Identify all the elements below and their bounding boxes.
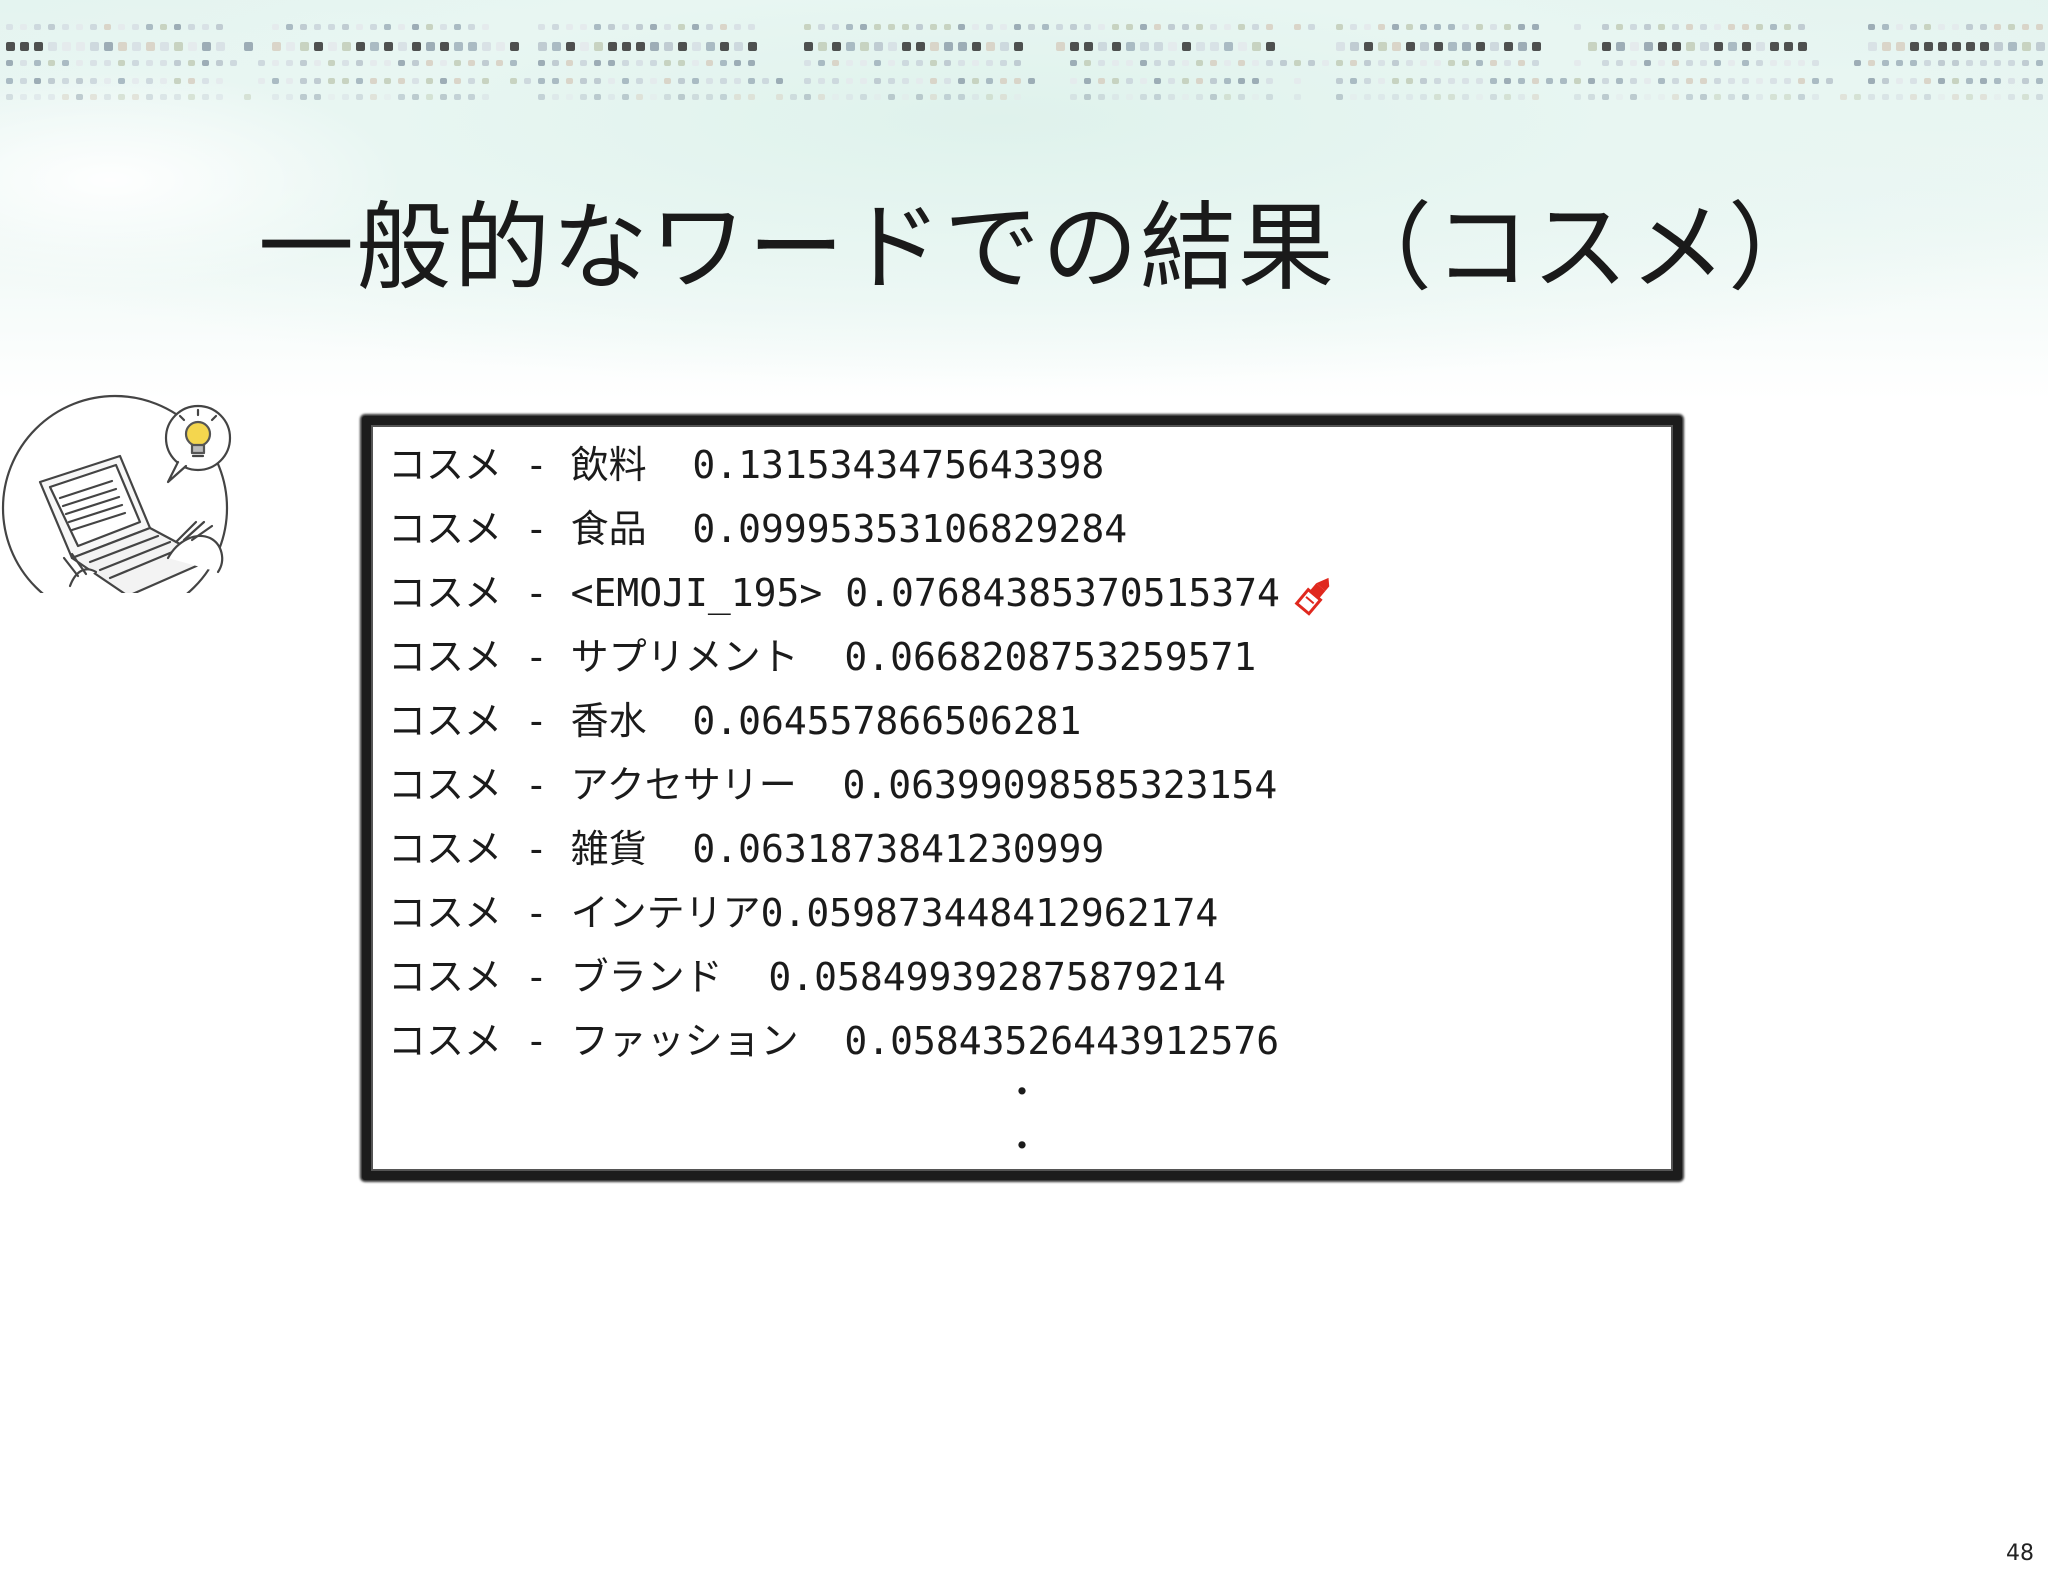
similarity-score: 0.059873448412962174	[760, 891, 1219, 935]
list-item: コスメ - 雑貨 0.0631873841230999	[388, 825, 1340, 889]
list-item: コスメ - ブランド 0.058499392875879214	[388, 953, 1340, 1017]
pair-label: コスメ - ブランド	[388, 955, 723, 999]
pair-label: コスメ - サプリメント	[388, 635, 799, 679]
ellipsis-dot-1: ・	[1005, 1073, 1039, 1113]
similarity-score: 0.09995353106829284	[692, 507, 1128, 551]
list-item: コスメ - 香水 0.064557866506281	[388, 697, 1340, 761]
list-item: コスメ - <EMOJI_195> 0.07684385370515374	[388, 569, 1340, 633]
list-item: コスメ - 飲料 0.1315343475643398	[388, 441, 1340, 505]
pair-label: コスメ - <EMOJI_195>	[388, 571, 823, 615]
results-list: コスメ - 飲料 0.1315343475643398 コスメ - 食品 0.09…	[388, 441, 1340, 1081]
ellipsis-dot-2: ・	[1005, 1127, 1039, 1167]
similarity-score: 0.06399098585323154	[842, 763, 1278, 807]
similarity-score: 0.064557866506281	[692, 699, 1082, 743]
pair-label: コスメ - インテリア	[388, 891, 761, 935]
similarity-score: 0.0668208753259571	[844, 635, 1257, 679]
pair-label: コスメ - アクセサリー	[388, 763, 797, 807]
pair-label: コスメ - 雑貨	[388, 827, 647, 871]
similarity-score: 0.07684385370515374	[845, 571, 1280, 615]
pair-label: コスメ - 食品	[388, 507, 647, 551]
similarity-score: 0.0631873841230999	[692, 827, 1105, 871]
list-item: コスメ - サプリメント 0.0668208753259571	[388, 633, 1340, 697]
dot-pattern-banner	[6, 24, 2045, 100]
list-item: コスメ - アクセサリー 0.06399098585323154	[388, 761, 1340, 825]
list-item: コスメ - インテリア 0.059873448412962174	[388, 889, 1340, 953]
list-item: コスメ - 食品 0.09995353106829284	[388, 505, 1340, 569]
similarity-score: 0.058499392875879214	[768, 955, 1226, 999]
pair-label: コスメ - 香水	[388, 699, 647, 743]
pair-label: コスメ - 飲料	[388, 443, 647, 487]
similarity-score: 0.1315343475643398	[692, 443, 1105, 487]
slide-title: 一般的なワードでの結果（コスメ）	[258, 192, 1826, 304]
results-panel: コスメ - 飲料 0.1315343475643398 コスメ - 食品 0.09…	[362, 416, 1682, 1180]
laptop-idea-icon	[1, 394, 232, 593]
lipstick-icon	[1294, 577, 1330, 616]
page-number: 48	[2006, 1541, 2034, 1566]
